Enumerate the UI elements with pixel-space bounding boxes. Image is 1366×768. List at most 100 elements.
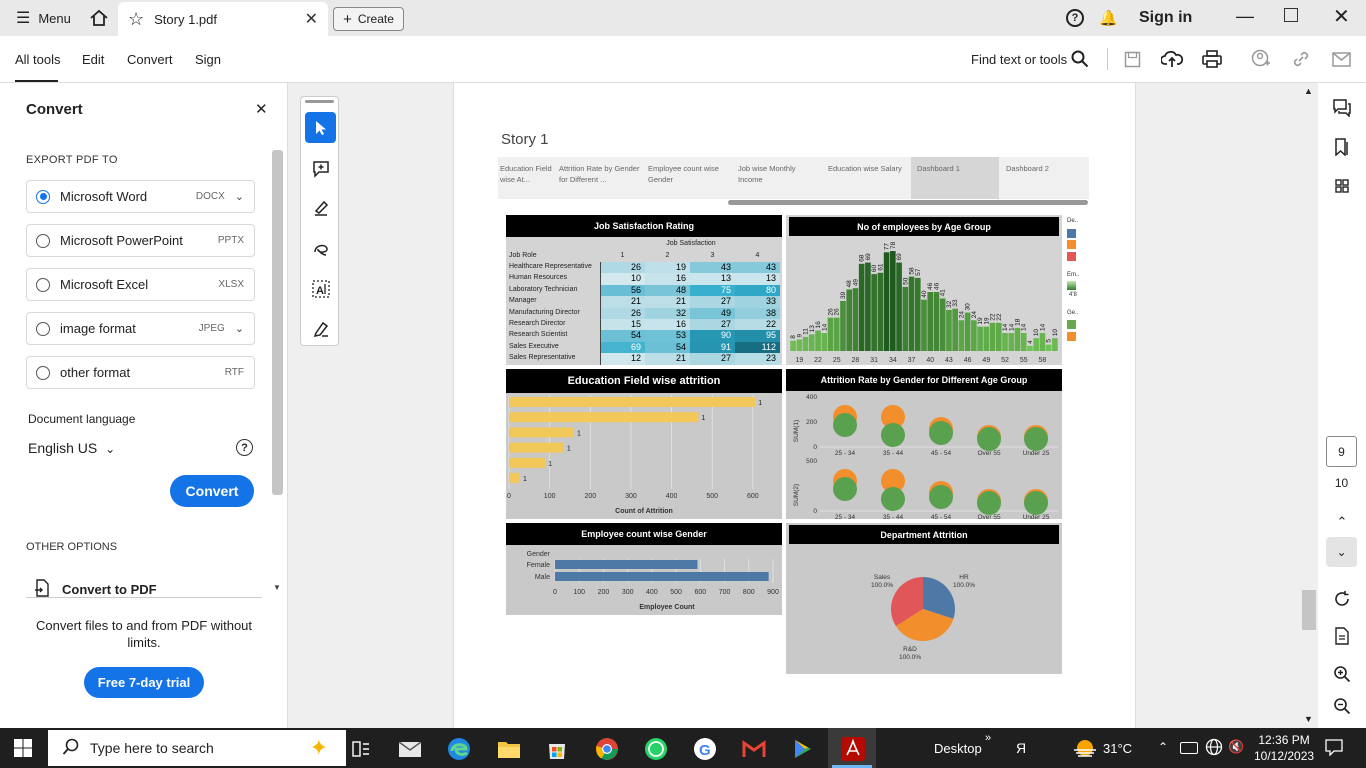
document-tab[interactable]: ☆ Story 1.pdf ✕: [118, 2, 328, 36]
sign-pen-icon[interactable]: [305, 313, 336, 344]
notification-bell-icon[interactable]: 🔔: [1099, 9, 1118, 27]
pie-slice-percent: 100.0%: [871, 582, 893, 589]
next-page-icon[interactable]: ⌄: [1326, 537, 1357, 567]
print-icon[interactable]: [1201, 48, 1223, 70]
option-microsoft-excel[interactable]: Microsoft Excel XLSX: [26, 268, 255, 301]
link-icon[interactable]: [1290, 48, 1312, 70]
temperature-label[interactable]: 31°C: [1103, 741, 1132, 756]
zoom-out-icon[interactable]: [1330, 694, 1354, 718]
microsoft-store-icon[interactable]: [542, 734, 572, 764]
battery-icon[interactable]: [1180, 742, 1198, 754]
menu-button[interactable]: ☰ Menu: [8, 6, 79, 30]
window-close-icon[interactable]: ✕: [1333, 4, 1350, 29]
rail-handle[interactable]: [305, 100, 334, 103]
zoom-in-icon[interactable]: [1330, 662, 1354, 686]
option-microsoft-word[interactable]: Microsoft Word DOCX ⌄: [26, 180, 255, 213]
close-panel-icon[interactable]: ✕: [255, 100, 268, 118]
clock[interactable]: 12:36 PM 10/12/2023: [1254, 732, 1314, 764]
taskbar-search-box[interactable]: Type here to search ✦: [48, 730, 346, 766]
document-scrollbar-thumb[interactable]: [1302, 590, 1316, 630]
help-icon[interactable]: ?: [1066, 9, 1084, 27]
age-bar-label: 22: [996, 313, 1003, 321]
current-page-input[interactable]: 9: [1326, 436, 1357, 467]
network-globe-icon[interactable]: [1205, 738, 1223, 756]
radio-selected-icon[interactable]: [36, 189, 50, 204]
thumbnails-grid-icon[interactable]: [1330, 174, 1354, 198]
option-image-format[interactable]: image format JPEG ⌄: [26, 312, 255, 345]
story-scrollbar: [728, 200, 1088, 205]
acrobat-icon[interactable]: [838, 734, 868, 764]
star-icon[interactable]: ☆: [128, 9, 144, 30]
radio-icon[interactable]: [36, 365, 50, 380]
radio-icon[interactable]: [36, 277, 50, 292]
radio-icon[interactable]: [36, 233, 50, 248]
chevron-down-icon[interactable]: ⌄: [235, 322, 244, 335]
home-icon[interactable]: [86, 6, 112, 30]
chevron-down-icon[interactable]: ⌄: [235, 190, 244, 203]
scroll-down-arrow-icon[interactable]: ▼: [273, 583, 281, 592]
sign-in-button[interactable]: Sign in: [1139, 9, 1192, 27]
chrome-icon[interactable]: [592, 734, 622, 764]
panel-scrollbar[interactable]: [272, 150, 283, 495]
export-section-label: EXPORT PDF TO: [26, 154, 118, 166]
share-user-icon[interactable]: [1250, 48, 1272, 70]
draw-freehand-icon[interactable]: [305, 233, 336, 264]
google-icon[interactable]: G: [690, 734, 720, 764]
close-tab-icon[interactable]: ✕: [305, 9, 318, 29]
convert-button[interactable]: Convert: [170, 475, 254, 507]
page-fit-icon[interactable]: [1330, 624, 1354, 648]
previous-page-icon[interactable]: ⌃: [1330, 510, 1354, 534]
comments-icon[interactable]: [1330, 96, 1354, 120]
notifications-icon[interactable]: [1325, 739, 1343, 757]
age-bar: [858, 263, 865, 351]
tab-all-tools[interactable]: All tools: [15, 52, 61, 67]
text-recognition-icon[interactable]: A: [305, 273, 336, 304]
save-icon[interactable]: [1121, 48, 1143, 70]
mail-app-icon[interactable]: [395, 734, 425, 764]
option-other-format[interactable]: other format RTF: [26, 356, 255, 389]
create-button[interactable]: + Create: [333, 7, 404, 31]
volume-muted-icon[interactable]: 🔇: [1228, 739, 1244, 755]
google-play-icon[interactable]: [788, 734, 818, 764]
select-cursor-icon[interactable]: [305, 112, 336, 143]
age-axis-tick: 19: [795, 357, 803, 364]
whatsapp-icon[interactable]: [641, 734, 671, 764]
heatmap-cell: 21: [600, 296, 645, 308]
add-comment-icon[interactable]: [305, 153, 336, 184]
scroll-up-arrow-icon[interactable]: ▲: [1304, 86, 1313, 96]
windows-start-icon[interactable]: [14, 739, 32, 757]
education-bar: [509, 473, 520, 483]
language-help-icon[interactable]: ?: [236, 439, 253, 456]
free-trial-button[interactable]: Free 7-day trial: [84, 667, 204, 698]
highlight-pen-icon[interactable]: [305, 192, 336, 223]
scroll-down-arrow-icon[interactable]: ▼: [1304, 714, 1313, 724]
active-tab-indicator: [15, 80, 58, 82]
double-chevron-icon[interactable]: »: [985, 732, 991, 744]
age-axis-tick: 40: [926, 357, 934, 364]
age-bar: [1033, 338, 1040, 351]
rotate-icon[interactable]: [1330, 587, 1354, 611]
document-language-select[interactable]: English US ⌄: [28, 440, 115, 456]
radio-icon[interactable]: [36, 321, 50, 336]
maximize-icon[interactable]: [1284, 8, 1298, 22]
upload-cloud-icon[interactable]: [1161, 48, 1183, 70]
weather-icon[interactable]: [1072, 738, 1098, 758]
tab-sign[interactable]: Sign: [195, 52, 221, 67]
people-icon[interactable]: Я: [1016, 740, 1026, 756]
search-icon[interactable]: [1069, 48, 1091, 70]
tab-edit[interactable]: Edit: [82, 52, 104, 67]
desktop-toolbar-label[interactable]: Desktop: [934, 741, 982, 756]
gmail-icon[interactable]: [739, 734, 769, 764]
edge-browser-icon[interactable]: [444, 734, 474, 764]
tray-overflow-icon[interactable]: ⌃: [1158, 740, 1168, 754]
email-icon[interactable]: [1330, 48, 1352, 70]
age-bar: [802, 336, 809, 351]
option-microsoft-powerpoint[interactable]: Microsoft PowerPoint PPTX: [26, 224, 255, 257]
bookmark-icon[interactable]: [1330, 135, 1354, 159]
file-explorer-icon[interactable]: [494, 734, 524, 764]
task-view-icon[interactable]: [346, 734, 376, 764]
find-text-label[interactable]: Find text or tools: [971, 52, 1067, 67]
minimize-icon[interactable]: —: [1236, 6, 1254, 27]
category-label: 45 - 54: [931, 450, 952, 457]
tab-convert[interactable]: Convert: [127, 52, 173, 67]
